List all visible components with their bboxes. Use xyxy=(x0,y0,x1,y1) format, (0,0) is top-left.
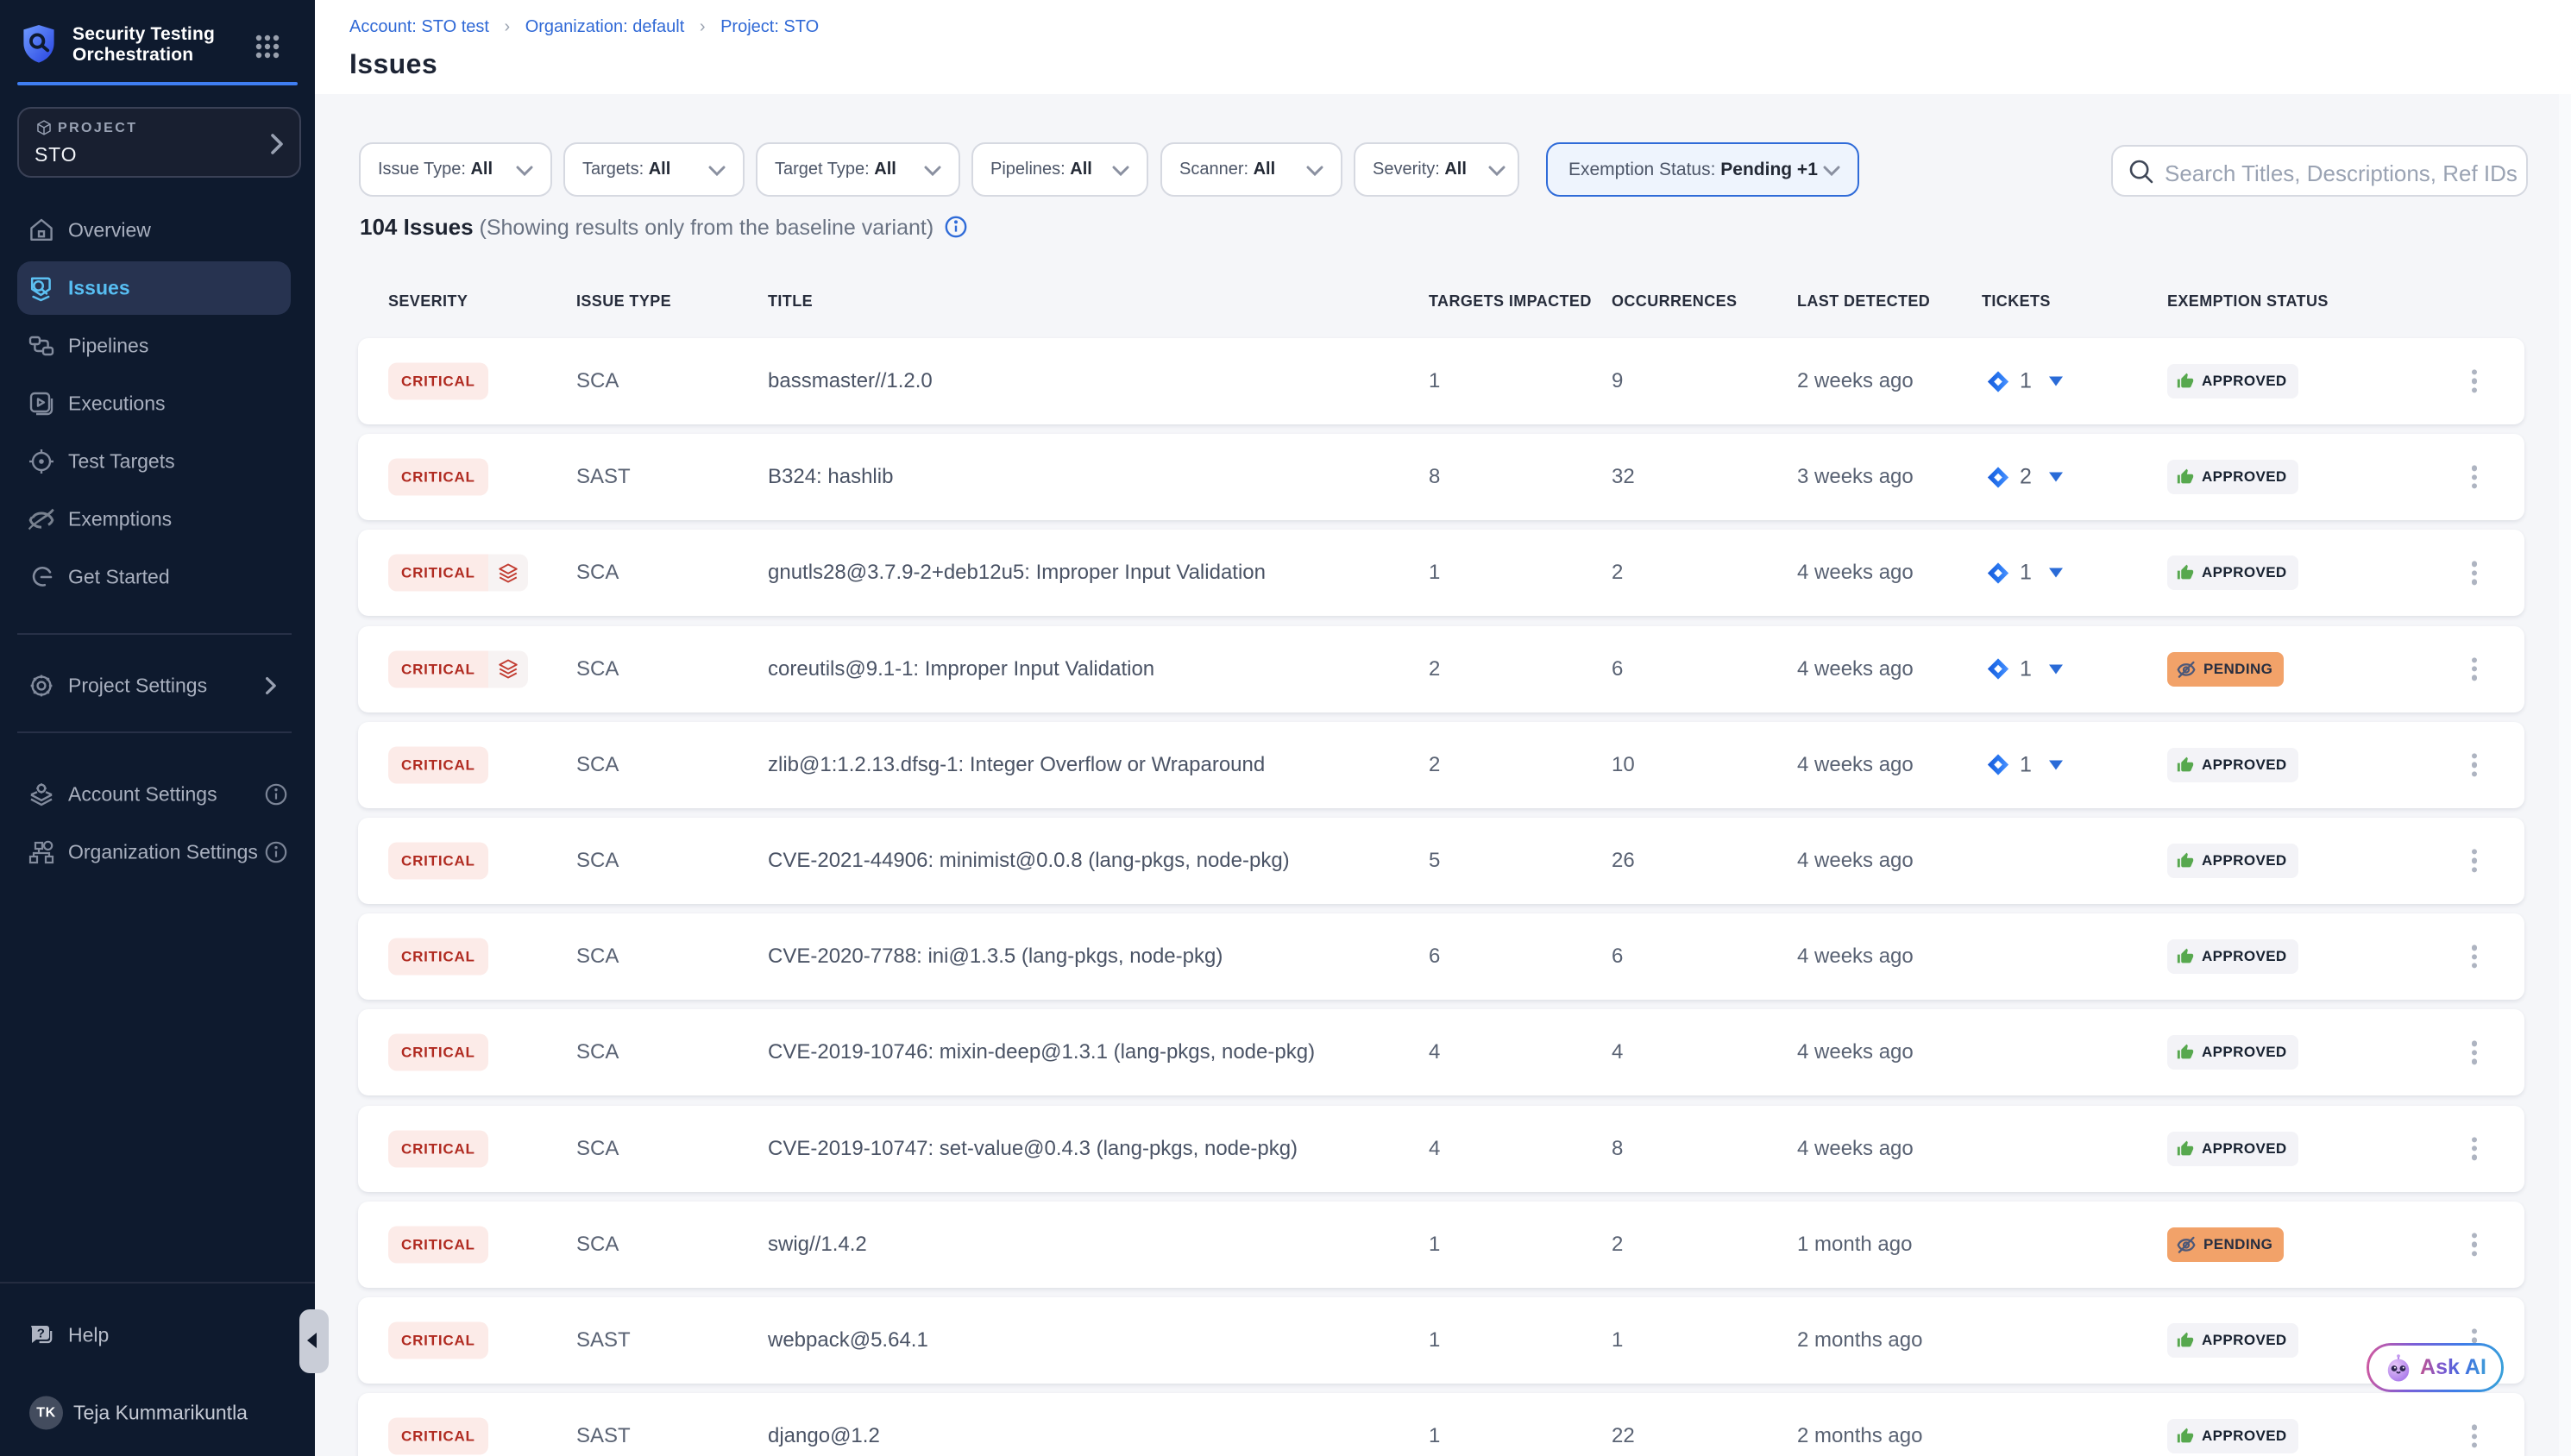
svg-text:?: ? xyxy=(37,1326,45,1340)
